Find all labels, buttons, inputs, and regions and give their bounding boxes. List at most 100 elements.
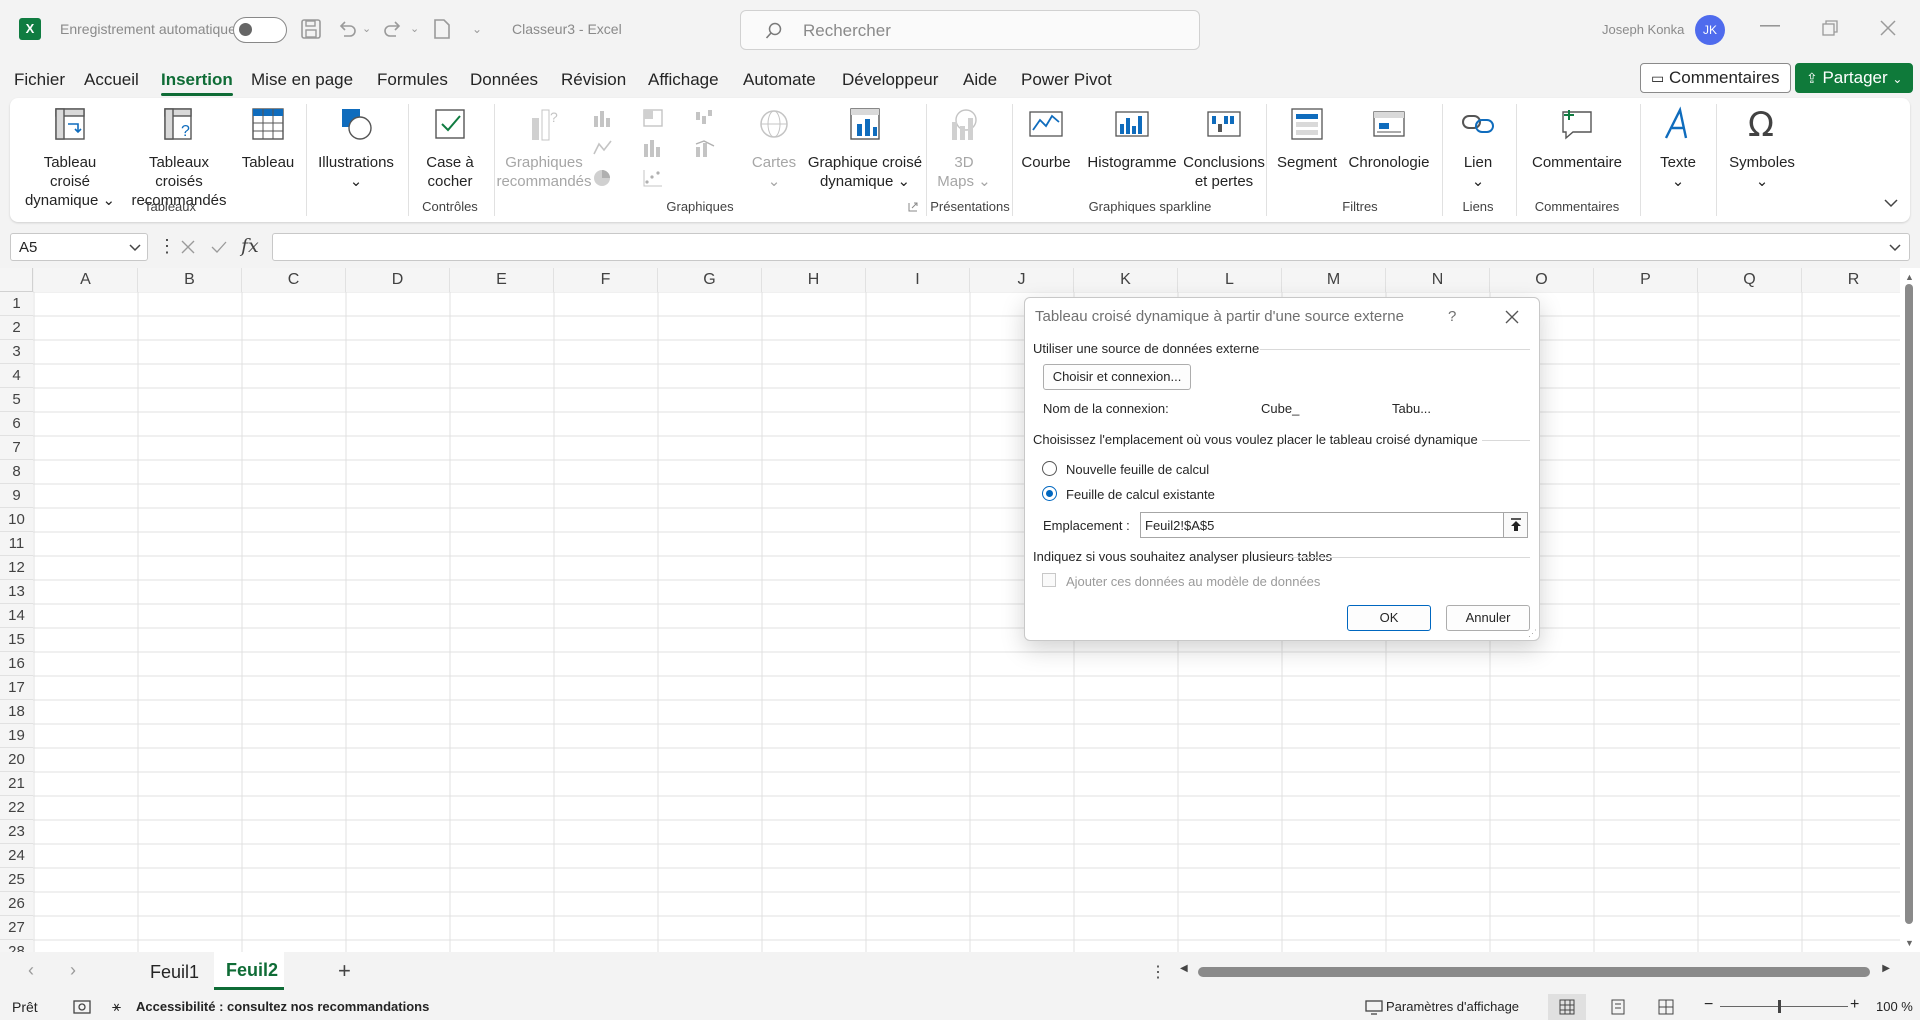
- scroll-down-icon[interactable]: ▼: [1905, 938, 1914, 948]
- ribbon-collapse-icon[interactable]: [1884, 198, 1898, 208]
- charts-dialog-launcher-icon[interactable]: [908, 202, 918, 212]
- column-header-q[interactable]: Q: [1698, 268, 1802, 292]
- zoom-slider-thumb[interactable]: [1778, 1000, 1781, 1013]
- column-header-k[interactable]: K: [1074, 268, 1178, 292]
- checkbox-button[interactable]: Case à cocher: [414, 106, 486, 191]
- line-chart-icon[interactable]: [592, 138, 614, 158]
- text-button[interactable]: Texte ⌄: [1646, 106, 1710, 191]
- row-header-17[interactable]: 17: [0, 676, 33, 700]
- tab-aide[interactable]: Aide: [963, 70, 997, 90]
- column-header-d[interactable]: D: [346, 268, 450, 292]
- new-file-icon[interactable]: [432, 18, 452, 40]
- column-header-a[interactable]: A: [34, 268, 138, 292]
- tab-insertion[interactable]: Insertion: [161, 70, 233, 96]
- restore-icon[interactable]: [1822, 20, 1838, 36]
- row-header-26[interactable]: 26: [0, 892, 33, 916]
- tab-automate[interactable]: Automate: [743, 70, 816, 90]
- recommended-charts-button[interactable]: ? Graphiques recommandés: [486, 106, 602, 191]
- scroll-right-icon[interactable]: ▶: [1882, 963, 1890, 974]
- slicer-button[interactable]: Segment: [1272, 106, 1342, 172]
- tab-revision[interactable]: Révision: [561, 70, 626, 90]
- row-header-10[interactable]: 10: [0, 508, 33, 532]
- cancel-entry-icon[interactable]: [180, 239, 196, 255]
- choose-connection-button[interactable]: Choisir et connexion...: [1043, 364, 1191, 390]
- row-header-23[interactable]: 23: [0, 820, 33, 844]
- radio-new-sheet-label[interactable]: Nouvelle feuille de calcul: [1066, 462, 1209, 477]
- sparkline-line-button[interactable]: Courbe: [1016, 106, 1076, 172]
- row-header-13[interactable]: 13: [0, 580, 33, 604]
- horizontal-scroll-thumb[interactable]: [1198, 967, 1870, 977]
- row-header-18[interactable]: 18: [0, 700, 33, 724]
- illustrations-button[interactable]: Illustrations ⌄: [312, 106, 400, 191]
- table-button[interactable]: Tableau: [238, 106, 298, 172]
- sparkline-winloss-button[interactable]: Conclusions et pertes: [1170, 106, 1278, 191]
- more-options-icon[interactable]: ⋮: [158, 236, 176, 257]
- tab-donnees[interactable]: Données: [470, 70, 538, 90]
- row-header-3[interactable]: 3: [0, 340, 33, 364]
- pivot-table-button[interactable]: Tableau croisé dynamique ⌄: [24, 106, 116, 210]
- select-all-corner[interactable]: [0, 268, 33, 292]
- redo-icon[interactable]: [382, 18, 404, 40]
- name-box[interactable]: A5: [10, 233, 148, 261]
- tab-power-pivot[interactable]: Power Pivot: [1021, 70, 1112, 90]
- confirm-entry-icon[interactable]: [210, 239, 228, 255]
- undo-icon[interactable]: [336, 18, 358, 40]
- statistic-chart-icon[interactable]: [642, 138, 664, 158]
- row-header-21[interactable]: 21: [0, 772, 33, 796]
- recommended-pivot-button[interactable]: ? Tableaux croisés recommandés: [124, 106, 234, 210]
- cancel-button[interactable]: Annuler: [1446, 605, 1530, 631]
- prev-sheet-icon[interactable]: ‹: [28, 960, 34, 981]
- column-header-m[interactable]: M: [1282, 268, 1386, 292]
- column-chart-icon[interactable]: [592, 108, 614, 128]
- resize-grip-icon[interactable]: ⋰: [1528, 628, 1537, 639]
- normal-view-button[interactable]: [1548, 994, 1586, 1020]
- add-to-data-model-checkbox[interactable]: [1042, 573, 1056, 587]
- row-header-15[interactable]: 15: [0, 628, 33, 652]
- autosave-toggle[interactable]: [233, 17, 287, 43]
- collapse-dialog-button[interactable]: [1503, 513, 1527, 537]
- row-header-7[interactable]: 7: [0, 436, 33, 460]
- save-icon[interactable]: [300, 18, 322, 40]
- column-header-e[interactable]: E: [450, 268, 554, 292]
- row-header-14[interactable]: 14: [0, 604, 33, 628]
- zoom-out-icon[interactable]: −: [1704, 996, 1713, 1014]
- tab-accueil[interactable]: Accueil: [84, 70, 139, 90]
- column-header-g[interactable]: G: [658, 268, 762, 292]
- combo-chart-icon[interactable]: [694, 138, 716, 158]
- page-break-view-icon[interactable]: [1658, 999, 1674, 1015]
- column-header-p[interactable]: P: [1594, 268, 1698, 292]
- 3d-maps-button[interactable]: 3D Maps ⌄: [932, 106, 996, 191]
- ok-button[interactable]: OK: [1347, 605, 1431, 631]
- page-layout-view-icon[interactable]: [1610, 999, 1626, 1015]
- zoom-level[interactable]: 100 %: [1876, 999, 1913, 1014]
- row-header-8[interactable]: 8: [0, 460, 33, 484]
- add-sheet-icon[interactable]: +: [338, 958, 351, 984]
- search-box[interactable]: Rechercher: [740, 10, 1200, 50]
- macro-record-icon[interactable]: [73, 999, 91, 1015]
- comments-button[interactable]: ▭ Commentaires: [1640, 63, 1791, 93]
- row-header-16[interactable]: 16: [0, 652, 33, 676]
- share-button[interactable]: ⇪ Partager ⌄: [1795, 63, 1914, 93]
- row-header-11[interactable]: 11: [0, 532, 33, 556]
- row-header-28[interactable]: 28: [0, 940, 33, 952]
- display-settings-icon[interactable]: [1365, 999, 1383, 1015]
- scatter-chart-icon[interactable]: [642, 168, 664, 188]
- column-header-f[interactable]: F: [554, 268, 658, 292]
- formula-input[interactable]: [272, 233, 1910, 261]
- row-header-2[interactable]: 2: [0, 316, 33, 340]
- row-header-27[interactable]: 27: [0, 916, 33, 940]
- column-header-o[interactable]: O: [1490, 268, 1594, 292]
- radio-existing-sheet-label[interactable]: Feuille de calcul existante: [1066, 487, 1215, 502]
- dialog-help-icon[interactable]: ?: [1448, 308, 1456, 325]
- sheet-tab-feuil1[interactable]: Feuil1: [150, 962, 199, 983]
- row-header-6[interactable]: 6: [0, 412, 33, 436]
- minimize-icon[interactable]: —: [1760, 14, 1780, 37]
- vertical-scrollbar[interactable]: ▲ ▼: [1900, 268, 1920, 952]
- row-header-24[interactable]: 24: [0, 844, 33, 868]
- dialog-close-icon[interactable]: [1505, 310, 1519, 324]
- column-header-l[interactable]: L: [1178, 268, 1282, 292]
- tab-mise-en-page[interactable]: Mise en page: [251, 70, 353, 90]
- horizontal-scrollbar[interactable]: ◀ ▶: [1180, 963, 1890, 977]
- timeline-button[interactable]: Chronologie: [1344, 106, 1434, 172]
- column-header-n[interactable]: N: [1386, 268, 1490, 292]
